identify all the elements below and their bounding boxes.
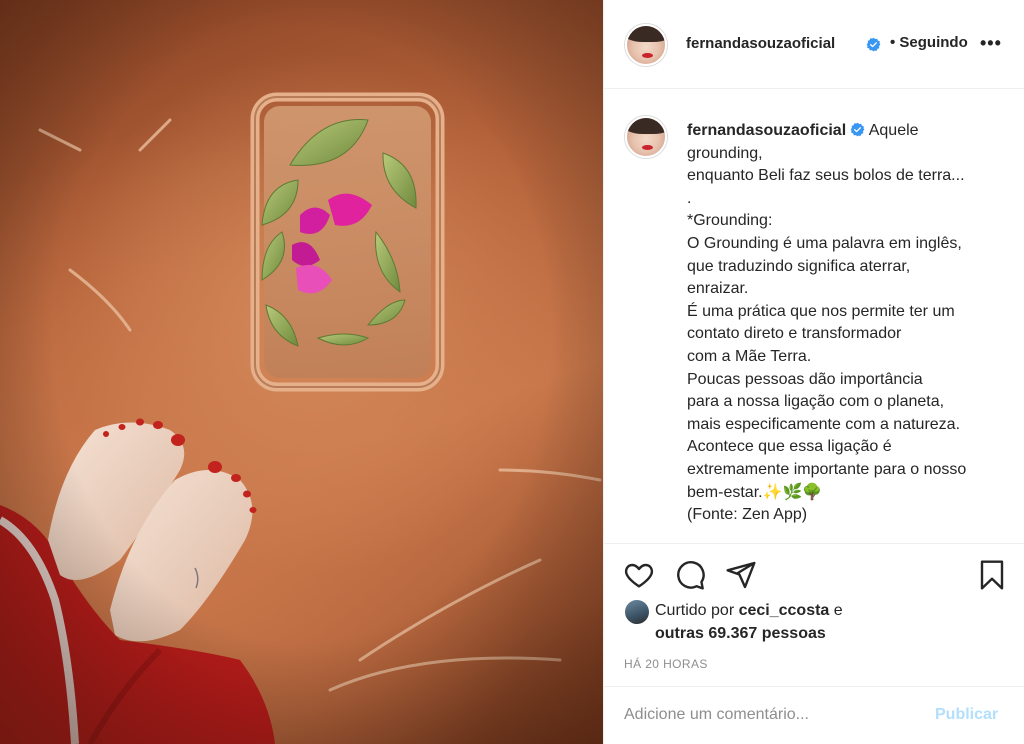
post-detail-panel: fernandasouzaoficial • Seguindo ••• fern…: [603, 0, 1024, 744]
author-username[interactable]: fernandasouzaoficial: [686, 35, 835, 52]
comment-input[interactable]: [624, 703, 924, 727]
author-avatar[interactable]: [625, 24, 667, 66]
liker-username[interactable]: ceci_ccosta: [739, 602, 830, 619]
verified-badge-icon: [850, 122, 865, 137]
post-actions: Curtido por ceci_ccosta e outras 69.367 …: [604, 543, 1024, 743]
liker-avatar[interactable]: [625, 600, 649, 624]
heart-icon[interactable]: [623, 559, 655, 591]
caption-avatar[interactable]: [625, 116, 667, 158]
likes-count-link[interactable]: outras 69.367 pessoas: [655, 625, 826, 643]
paper-plane-icon[interactable]: [725, 559, 757, 591]
comment-icon[interactable]: [674, 559, 706, 591]
liked-by-suffix: e: [829, 602, 843, 619]
verified-badge-icon: [866, 37, 881, 52]
more-options-icon[interactable]: •••: [980, 33, 1002, 54]
following-button[interactable]: • Seguindo: [890, 34, 968, 51]
comment-form: Publicar: [604, 686, 1024, 744]
publish-button[interactable]: Publicar: [935, 706, 998, 724]
photo-scene: [0, 0, 603, 744]
post-timestamp[interactable]: HÁ 20 HORAS: [624, 657, 708, 671]
caption-text: fernandasouzaoficial Aquele grounding, e…: [687, 120, 1007, 527]
caption-section: fernandasouzaoficial Aquele grounding, e…: [604, 90, 1024, 543]
bookmark-icon[interactable]: [976, 559, 1008, 591]
post-photo[interactable]: [0, 0, 603, 744]
post-header: fernandasouzaoficial • Seguindo •••: [604, 0, 1024, 89]
liked-by-prefix: Curtido por: [655, 602, 739, 619]
caption-body: Aquele grounding, enquanto Beli faz seus…: [687, 122, 967, 524]
caption-username[interactable]: fernandasouzaoficial: [687, 122, 846, 139]
liked-by-text: Curtido por ceci_ccosta e: [655, 602, 843, 620]
